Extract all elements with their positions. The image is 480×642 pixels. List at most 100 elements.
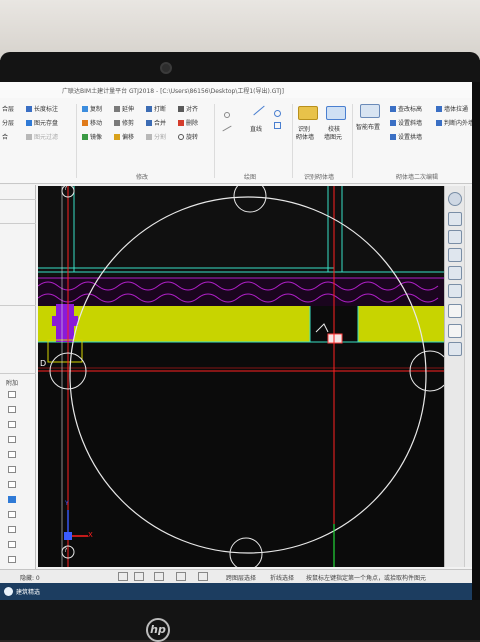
- rotate-icon: [178, 133, 184, 140]
- identify-wall-icon[interactable]: [298, 106, 318, 120]
- attach-checkbox[interactable]: [8, 481, 16, 488]
- group-draw-label: 绘图: [244, 174, 257, 181]
- view-top-icon[interactable]: [448, 212, 462, 226]
- judge-wall-button[interactable]: 判断内外墙: [436, 118, 472, 127]
- hatch-band: [38, 278, 444, 306]
- ucs-origin: [64, 532, 72, 540]
- trim-icon: [114, 119, 120, 126]
- element-save-button[interactable]: 图元存盘: [26, 118, 58, 127]
- edit-elevation-button[interactable]: 查改标高: [390, 104, 422, 113]
- offset-icon: [114, 133, 120, 140]
- rotate-view-icon[interactable]: [448, 304, 462, 318]
- ribbon-merge[interactable]: 合: [2, 132, 8, 141]
- mirror-button[interactable]: 镜像: [82, 132, 102, 141]
- status-bar: 隐藏: 0 跨图层选择 折线选择 按鼠标左键指定第一个角点，或拾取构件图元: [0, 569, 472, 583]
- view-tools-strip: [444, 186, 464, 567]
- ucs-y-label: Y: [65, 500, 69, 507]
- attach-checkbox[interactable]: [8, 451, 16, 458]
- view-front-icon[interactable]: [448, 248, 462, 262]
- judge-wall-icon: [436, 119, 442, 126]
- break-icon: [146, 105, 152, 112]
- split-icon: [146, 133, 152, 140]
- axis-label-d: D: [40, 359, 47, 368]
- attach-checkbox[interactable]: [8, 511, 16, 518]
- cross-layer-select[interactable]: 跨图层选择: [226, 573, 256, 582]
- rotate-button[interactable]: 旋转: [178, 132, 198, 141]
- move-button[interactable]: 移动: [82, 118, 102, 127]
- combine-button[interactable]: 合并: [146, 118, 166, 127]
- draw-line-button[interactable]: 直线: [250, 124, 262, 133]
- view-side-icon[interactable]: [448, 266, 462, 280]
- attach-checkbox[interactable]: [8, 436, 16, 443]
- hp-logo-icon: hp: [146, 618, 170, 642]
- slant-wall-icon: [390, 119, 396, 126]
- check-wall-label2[interactable]: 墙图元: [324, 132, 342, 141]
- length-dimension-button[interactable]: 长度标注: [26, 104, 58, 113]
- left-property-panel: 附加: [0, 185, 36, 570]
- wall-element-green: [358, 306, 444, 342]
- group-identify-label: 识别砌体墙: [304, 174, 335, 181]
- view-3d-icon[interactable]: [448, 230, 462, 244]
- grid-view-icon[interactable]: [448, 342, 462, 356]
- copy-button[interactable]: 复制: [82, 104, 102, 113]
- trim-button[interactable]: 修剪: [114, 118, 134, 127]
- webcam-icon: [160, 62, 172, 74]
- identify-wall-label2[interactable]: 砌体墙: [296, 132, 314, 141]
- attach-checkbox[interactable]: [8, 541, 16, 548]
- elevation-icon: [390, 105, 396, 112]
- copy-icon: [82, 105, 88, 112]
- line-icon[interactable]: [222, 125, 232, 132]
- smart-layout-button[interactable]: 智能布置: [356, 122, 380, 131]
- extend-icon: [114, 105, 120, 112]
- zoom-icon[interactable]: [448, 284, 462, 298]
- pan-icon[interactable]: [448, 324, 462, 338]
- selection-box: [327, 333, 343, 344]
- layer-icon[interactable]: [198, 572, 208, 581]
- set-slant-wall-button[interactable]: 设置斜墙: [390, 118, 422, 127]
- align-button[interactable]: 对齐: [178, 104, 198, 113]
- window-title: 广联达BIM土建计量平台 GTJ2018 - [C:\Users\86156\D…: [0, 82, 472, 98]
- object-snap-icon[interactable]: [154, 572, 164, 581]
- ortho-icon[interactable]: [134, 572, 144, 581]
- combine-icon: [146, 119, 152, 126]
- wall-extend-icon: [436, 105, 442, 112]
- attach-checkbox[interactable]: [8, 391, 16, 398]
- smart-layout-icon[interactable]: [360, 104, 380, 118]
- delete-icon: [178, 119, 184, 126]
- attach-checkbox[interactable]: [8, 496, 16, 503]
- vertical-scrollbar[interactable]: [464, 186, 472, 567]
- move-icon: [82, 119, 88, 126]
- set-arch-wall-button[interactable]: 设置拱墙: [390, 132, 422, 141]
- app-logo-icon[interactable]: [4, 587, 13, 596]
- group-second-edit-label: 砌体墙二次编辑: [396, 174, 439, 181]
- taskbar-app-label[interactable]: 建筑精选: [16, 587, 40, 596]
- attach-checkbox[interactable]: [8, 526, 16, 533]
- angle-icon[interactable]: [176, 572, 186, 581]
- rect-icon[interactable]: [274, 122, 281, 129]
- drawing-canvas[interactable]: D ? ? Y X: [38, 186, 444, 567]
- wall-extend-button[interactable]: 墙体拉通: [436, 104, 468, 113]
- break-button[interactable]: 打断: [146, 104, 166, 113]
- offset-button[interactable]: 偏移: [114, 132, 134, 141]
- check-wall-icon[interactable]: [326, 106, 346, 120]
- point-icon[interactable]: [224, 112, 230, 118]
- ribbon-layer-merge[interactable]: 合层: [2, 104, 14, 113]
- snap-icon[interactable]: [118, 572, 128, 581]
- attach-checkbox[interactable]: [8, 421, 16, 428]
- arc-icon[interactable]: [274, 110, 281, 117]
- attach-checkbox[interactable]: [8, 466, 16, 473]
- ribbon-layer-split[interactable]: 分层: [2, 118, 14, 127]
- mirror-icon: [82, 133, 88, 140]
- element-filter-button[interactable]: 图元过滤: [26, 132, 58, 141]
- draw-line-icon[interactable]: [253, 105, 265, 116]
- delete-button[interactable]: 删除: [178, 118, 198, 127]
- wall-element-green: [38, 306, 310, 342]
- extend-button[interactable]: 延伸: [114, 104, 134, 113]
- axis-label-top: ?: [64, 186, 68, 192]
- attach-checkbox[interactable]: [8, 556, 16, 563]
- attach-checkbox[interactable]: [8, 406, 16, 413]
- polyline-select[interactable]: 折线选择: [270, 573, 294, 582]
- view-cube-icon[interactable]: [448, 192, 462, 206]
- split-button[interactable]: 分割: [146, 132, 166, 141]
- cad-drawing: [38, 186, 444, 567]
